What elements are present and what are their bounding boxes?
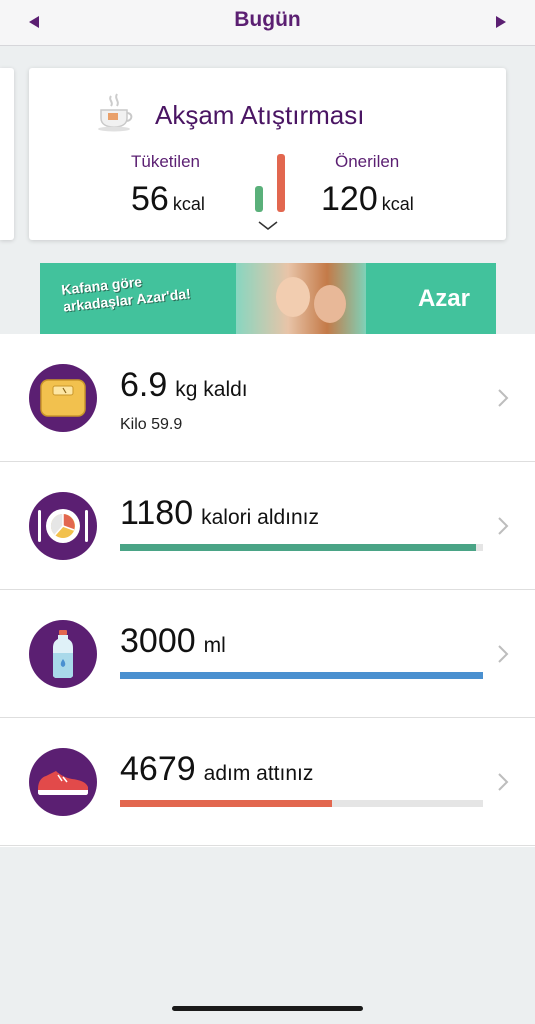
ad-banner[interactable]: Kafana göre arkadaşlar Azar'da! Azar (40, 263, 496, 334)
water-progress-fill (120, 672, 483, 679)
water-summary: 3000 ml (120, 622, 226, 661)
recommended-label: Önerilen (335, 152, 400, 171)
calories-icon-circle (29, 492, 97, 560)
sneaker-icon (38, 771, 88, 795)
next-day-button[interactable] (491, 12, 511, 32)
ad-text: Kafana göre arkadaşlar Azar'da! (61, 268, 192, 315)
recommended-value: 120 kcal (321, 180, 414, 219)
steps-value: 4679 (120, 750, 196, 788)
recommended-number: 120 (321, 180, 378, 218)
water-row[interactable]: 3000 ml (0, 590, 535, 718)
chevron-right-icon (498, 517, 509, 535)
ad-person (314, 285, 346, 323)
water-icon-circle (29, 620, 97, 688)
calories-progress-fill (120, 544, 476, 551)
ad-brand: Azar (417, 285, 470, 312)
triangle-right-icon (496, 16, 506, 28)
current-weight: Kilo 59.9 (120, 416, 183, 433)
consumed-number: 56 (131, 180, 169, 218)
consumed-label: Tüketilen (131, 152, 200, 171)
scale-icon (40, 379, 86, 417)
meal-title: Akşam Atıştırması (155, 100, 365, 130)
consumed-unit: kcal (172, 194, 205, 214)
chevron-right-icon (498, 773, 509, 791)
calories-value: 1180 (120, 494, 194, 532)
stats-list: 6.9 kg kaldı Kilo 59.9 1180 kalori aldınız (0, 334, 535, 847)
chevron-right-icon (498, 389, 509, 407)
previous-meal-card[interactable] (0, 68, 14, 240)
weight-remaining: 6.9 kg kaldı (120, 366, 248, 405)
weight-icon-circle (29, 364, 97, 432)
steps-summary: 4679 adım attınız (120, 750, 313, 789)
weight-suffix: kg kaldı (175, 378, 248, 401)
calories-progress-track (120, 544, 483, 551)
date-title: Bugün (234, 8, 301, 31)
recommended-bar (277, 154, 285, 212)
weight-value: 6.9 (120, 366, 168, 404)
water-bottle-icon (53, 630, 73, 678)
calories-suffix: kalori aldınız (201, 506, 320, 529)
water-progress-track (120, 672, 483, 679)
steps-progress-fill (120, 800, 333, 807)
steps-progress-track (120, 800, 483, 807)
ad-photo (236, 263, 366, 334)
steps-row[interactable]: 4679 adım attınız (0, 718, 535, 846)
meal-card[interactable]: Akşam Atıştırması Tüketilen Önerilen 56 k… (29, 68, 506, 240)
plate-icon (38, 509, 88, 543)
steps-suffix: adım attınız (203, 762, 314, 785)
chevron-down-icon[interactable] (257, 220, 279, 232)
consumed-value: 56 kcal (131, 180, 205, 219)
calories-row[interactable]: 1180 kalori aldınız (0, 462, 535, 590)
home-indicator[interactable] (172, 1006, 363, 1011)
water-value: 3000 (120, 622, 196, 660)
chevron-right-icon (498, 645, 509, 663)
ad-person (276, 277, 310, 317)
water-suffix: ml (203, 634, 226, 657)
tea-cup-icon (98, 93, 133, 132)
calories-summary: 1180 kalori aldınız (120, 494, 319, 533)
recommended-unit: kcal (381, 194, 414, 214)
consumed-bar (255, 186, 263, 212)
steps-icon-circle (29, 748, 97, 816)
weight-row[interactable]: 6.9 kg kaldı Kilo 59.9 (0, 334, 535, 462)
header-bar: Bugün (0, 0, 535, 46)
